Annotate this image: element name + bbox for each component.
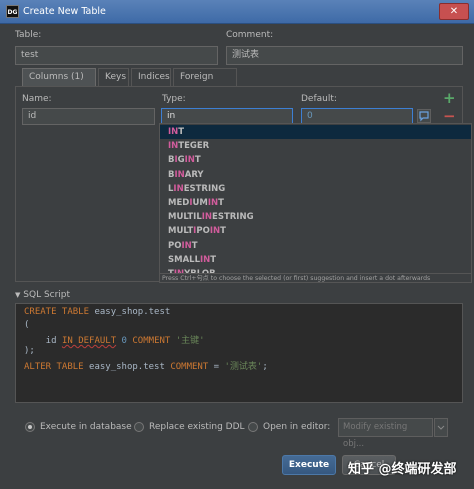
completion-text: T bbox=[210, 254, 217, 265]
open-in-editor-radio[interactable] bbox=[248, 422, 258, 432]
completion-item[interactable]: MULTIPOINT bbox=[160, 224, 471, 238]
comment-input[interactable]: 测试表 bbox=[226, 46, 463, 65]
completion-match: IN bbox=[168, 127, 179, 137]
sql-editor[interactable]: CREATE TABLE easy_shop.test ( id IN DEFA… bbox=[15, 303, 463, 403]
column-name-header: Name: bbox=[22, 94, 52, 104]
completion-match: IN bbox=[168, 141, 179, 152]
sql-string: '测试表' bbox=[224, 362, 263, 372]
open-in-editor-label: Open in editor: bbox=[263, 422, 331, 432]
replace-existing-ddl-label: Replace existing DDL bbox=[149, 422, 245, 432]
completion-text: T bbox=[191, 240, 198, 251]
completion-text: MULTIL bbox=[168, 212, 202, 223]
watermark: 知乎 @终端研发部 bbox=[348, 462, 457, 477]
completion-text: PO bbox=[168, 240, 182, 251]
completion-match: IN bbox=[209, 226, 221, 237]
sql-keyword: IN DEFAULT bbox=[61, 336, 117, 346]
sql-script-label: SQL Script bbox=[23, 290, 71, 300]
table-name-input[interactable]: test bbox=[15, 46, 218, 65]
app-icon: DG bbox=[6, 5, 19, 18]
completion-item[interactable]: MULTILINESTRING bbox=[160, 210, 471, 224]
completion-text: G bbox=[177, 155, 185, 166]
completion-item[interactable]: INTEGER bbox=[160, 139, 471, 153]
completion-match: IN bbox=[207, 198, 219, 208]
dropdown-arrow-icon[interactable] bbox=[434, 418, 448, 437]
completion-match: IN bbox=[174, 169, 185, 180]
sql-text: id bbox=[24, 336, 62, 346]
completion-text: SMALL bbox=[168, 254, 200, 265]
sql-text: = bbox=[208, 362, 225, 372]
table-label: Table: bbox=[15, 30, 42, 40]
column-name-input[interactable]: id bbox=[22, 108, 155, 125]
window-title: Create New Table bbox=[23, 6, 106, 17]
completion-item[interactable]: LINESTRING bbox=[160, 182, 471, 196]
completion-text: ESTRING bbox=[212, 212, 254, 223]
completion-item[interactable]: MEDIUMINT bbox=[160, 196, 471, 210]
tab-foreign-keys[interactable]: Foreign Keys bbox=[173, 68, 237, 99]
sql-script-header[interactable]: ▼ SQL Script bbox=[15, 290, 70, 300]
execute-in-database-radio[interactable] bbox=[25, 422, 35, 432]
completion-text: T bbox=[218, 198, 224, 208]
completion-text: PO bbox=[196, 226, 210, 237]
add-column-icon[interactable]: + bbox=[443, 89, 456, 107]
column-type-header: Type: bbox=[162, 94, 186, 104]
sql-line-1: CREATE TABLE easy_shop.test bbox=[24, 307, 170, 317]
completion-text: ARY bbox=[184, 169, 204, 180]
completion-hint: Press Ctrl+句点 to choose the selected (or… bbox=[160, 273, 471, 282]
completion-text: T bbox=[194, 155, 201, 166]
tab-columns[interactable]: Columns (1) bbox=[22, 68, 96, 86]
sql-number: 0 bbox=[121, 336, 127, 346]
completion-match: IN bbox=[181, 240, 192, 251]
comment-label: Comment: bbox=[226, 30, 274, 40]
sql-text: easy_shop.test bbox=[89, 307, 171, 317]
sql-keyword: COMMENT bbox=[132, 336, 171, 346]
sql-text: ); bbox=[24, 346, 35, 356]
completion-text: ESTRING bbox=[183, 183, 226, 194]
replace-existing-ddl-radio[interactable] bbox=[134, 422, 144, 432]
column-default-header: Default: bbox=[301, 94, 337, 104]
sql-text: ; bbox=[262, 362, 268, 372]
completion-text: TEGER bbox=[178, 141, 210, 152]
completion-text: MULT bbox=[168, 226, 194, 237]
completion-item[interactable]: SMALLINT bbox=[160, 253, 471, 267]
completion-match: IN bbox=[184, 155, 195, 166]
sql-keyword: CREATE TABLE bbox=[24, 307, 90, 317]
collapse-triangle-icon: ▼ bbox=[15, 291, 21, 299]
close-button[interactable]: ✕ bbox=[439, 3, 469, 20]
sql-keyword: COMMENT bbox=[170, 362, 209, 372]
comment-bubble-icon[interactable] bbox=[417, 109, 431, 123]
completion-match: IN bbox=[173, 183, 184, 194]
tab-keys[interactable]: Keys bbox=[98, 68, 129, 86]
title-bar: DG Create New Table ✕ bbox=[0, 0, 474, 24]
sql-string: '主键' bbox=[175, 336, 205, 346]
completion-popup: INT INTEGER BIGINT BINARY LINESTRING MEDIUMIN… bbox=[159, 123, 472, 283]
completion-item[interactable]: BIGINT bbox=[160, 153, 471, 167]
completion-match: IN bbox=[200, 254, 211, 265]
sql-line-2: ( bbox=[24, 320, 29, 330]
completion-item[interactable]: BINARY bbox=[160, 168, 471, 182]
completion-text: UM bbox=[192, 198, 208, 208]
completion-item[interactable]: INT bbox=[160, 125, 471, 140]
editor-dropdown[interactable]: Modify existing obj... bbox=[338, 418, 433, 449]
tab-indices[interactable]: Indices bbox=[131, 68, 171, 86]
execute-in-database-label: Execute in database bbox=[40, 422, 132, 432]
completion-text: T bbox=[178, 127, 185, 137]
completion-item[interactable]: POINT bbox=[160, 239, 471, 253]
sql-keyword: ALTER TABLE bbox=[24, 362, 84, 372]
sql-text: easy_shop.test bbox=[83, 362, 171, 372]
completion-match: IN bbox=[201, 212, 213, 223]
execute-button[interactable]: Execute bbox=[282, 455, 336, 475]
completion-text: T bbox=[220, 226, 226, 237]
completion-text: MED bbox=[168, 198, 190, 208]
sql-line-5: ALTER TABLE easy_shop.test COMMENT = '测试… bbox=[24, 359, 268, 372]
sql-text: ( bbox=[24, 320, 30, 330]
sql-line-3: id IN DEFAULT 0 COMMENT '主键' bbox=[24, 333, 205, 346]
sql-line-4: ); bbox=[24, 346, 35, 356]
